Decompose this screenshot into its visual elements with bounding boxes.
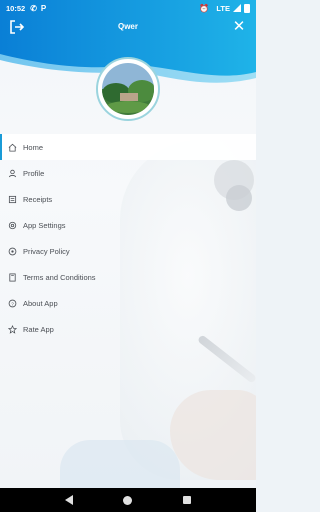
help-icon: ? xyxy=(8,299,17,308)
menu-item-label: Receipts xyxy=(23,194,53,204)
menu-item-label: Home xyxy=(23,142,44,152)
nav-recents-button[interactable] xyxy=(182,496,191,504)
system-nav-bar xyxy=(0,488,256,512)
menu-item-label: Terms and Conditions xyxy=(23,272,96,282)
document-icon xyxy=(8,272,17,282)
cup-graphic xyxy=(60,440,180,488)
menu-item-terms-and-conditions[interactable]: Terms and Conditions xyxy=(0,264,256,290)
home-icon xyxy=(8,143,17,152)
menu-item-label: Profile xyxy=(23,168,45,178)
menu-item-privacy-policy[interactable]: Privacy Policy xyxy=(0,238,256,264)
battery-icon xyxy=(244,3,250,13)
menu-item-rate-app[interactable]: Rate App xyxy=(0,316,256,342)
person-icon xyxy=(8,169,17,178)
menu-item-label: Rate App xyxy=(23,324,54,334)
app-screen: 10:52 ✆ P ⏰ LTE Qwer ✕ Home Profile Rece… xyxy=(0,0,256,512)
close-icon: ✕ xyxy=(232,18,246,35)
star-icon xyxy=(8,324,17,334)
menu-item-about-app[interactable]: ? About App xyxy=(0,290,256,316)
menu-item-label: Privacy Policy xyxy=(23,246,70,256)
gear-icon xyxy=(8,221,17,230)
menu-item-label: About App xyxy=(23,298,58,308)
nav-back-button[interactable] xyxy=(65,495,74,505)
network-type: LTE xyxy=(216,3,230,13)
close-button[interactable]: ✕ xyxy=(231,19,247,35)
parking-icon: P xyxy=(40,3,47,13)
signal-icon xyxy=(233,4,241,12)
svg-text:?: ? xyxy=(11,301,14,306)
header-title: Qwer xyxy=(117,22,138,31)
receipt-icon xyxy=(8,195,17,204)
status-bar: 10:52 ✆ P ⏰ LTE xyxy=(0,0,256,16)
status-time: 10:52 xyxy=(6,3,26,13)
menu-item-profile[interactable]: Profile xyxy=(0,160,256,186)
menu-item-label: App Settings xyxy=(23,220,66,230)
whatsapp-icon: ✆ xyxy=(30,3,37,13)
menu-item-receipts[interactable]: Receipts xyxy=(0,186,256,212)
alarm-icon: ⏰ xyxy=(199,3,210,13)
nav-home-button[interactable] xyxy=(123,495,133,505)
menu-item-app-settings[interactable]: App Settings xyxy=(0,212,256,238)
profile-photo xyxy=(102,63,154,115)
menu-item-home[interactable]: Home xyxy=(0,134,256,160)
drawer-menu: Home Profile Receipts App Settings Priva… xyxy=(0,134,256,342)
privacy-icon xyxy=(8,247,17,256)
avatar[interactable] xyxy=(96,57,160,121)
